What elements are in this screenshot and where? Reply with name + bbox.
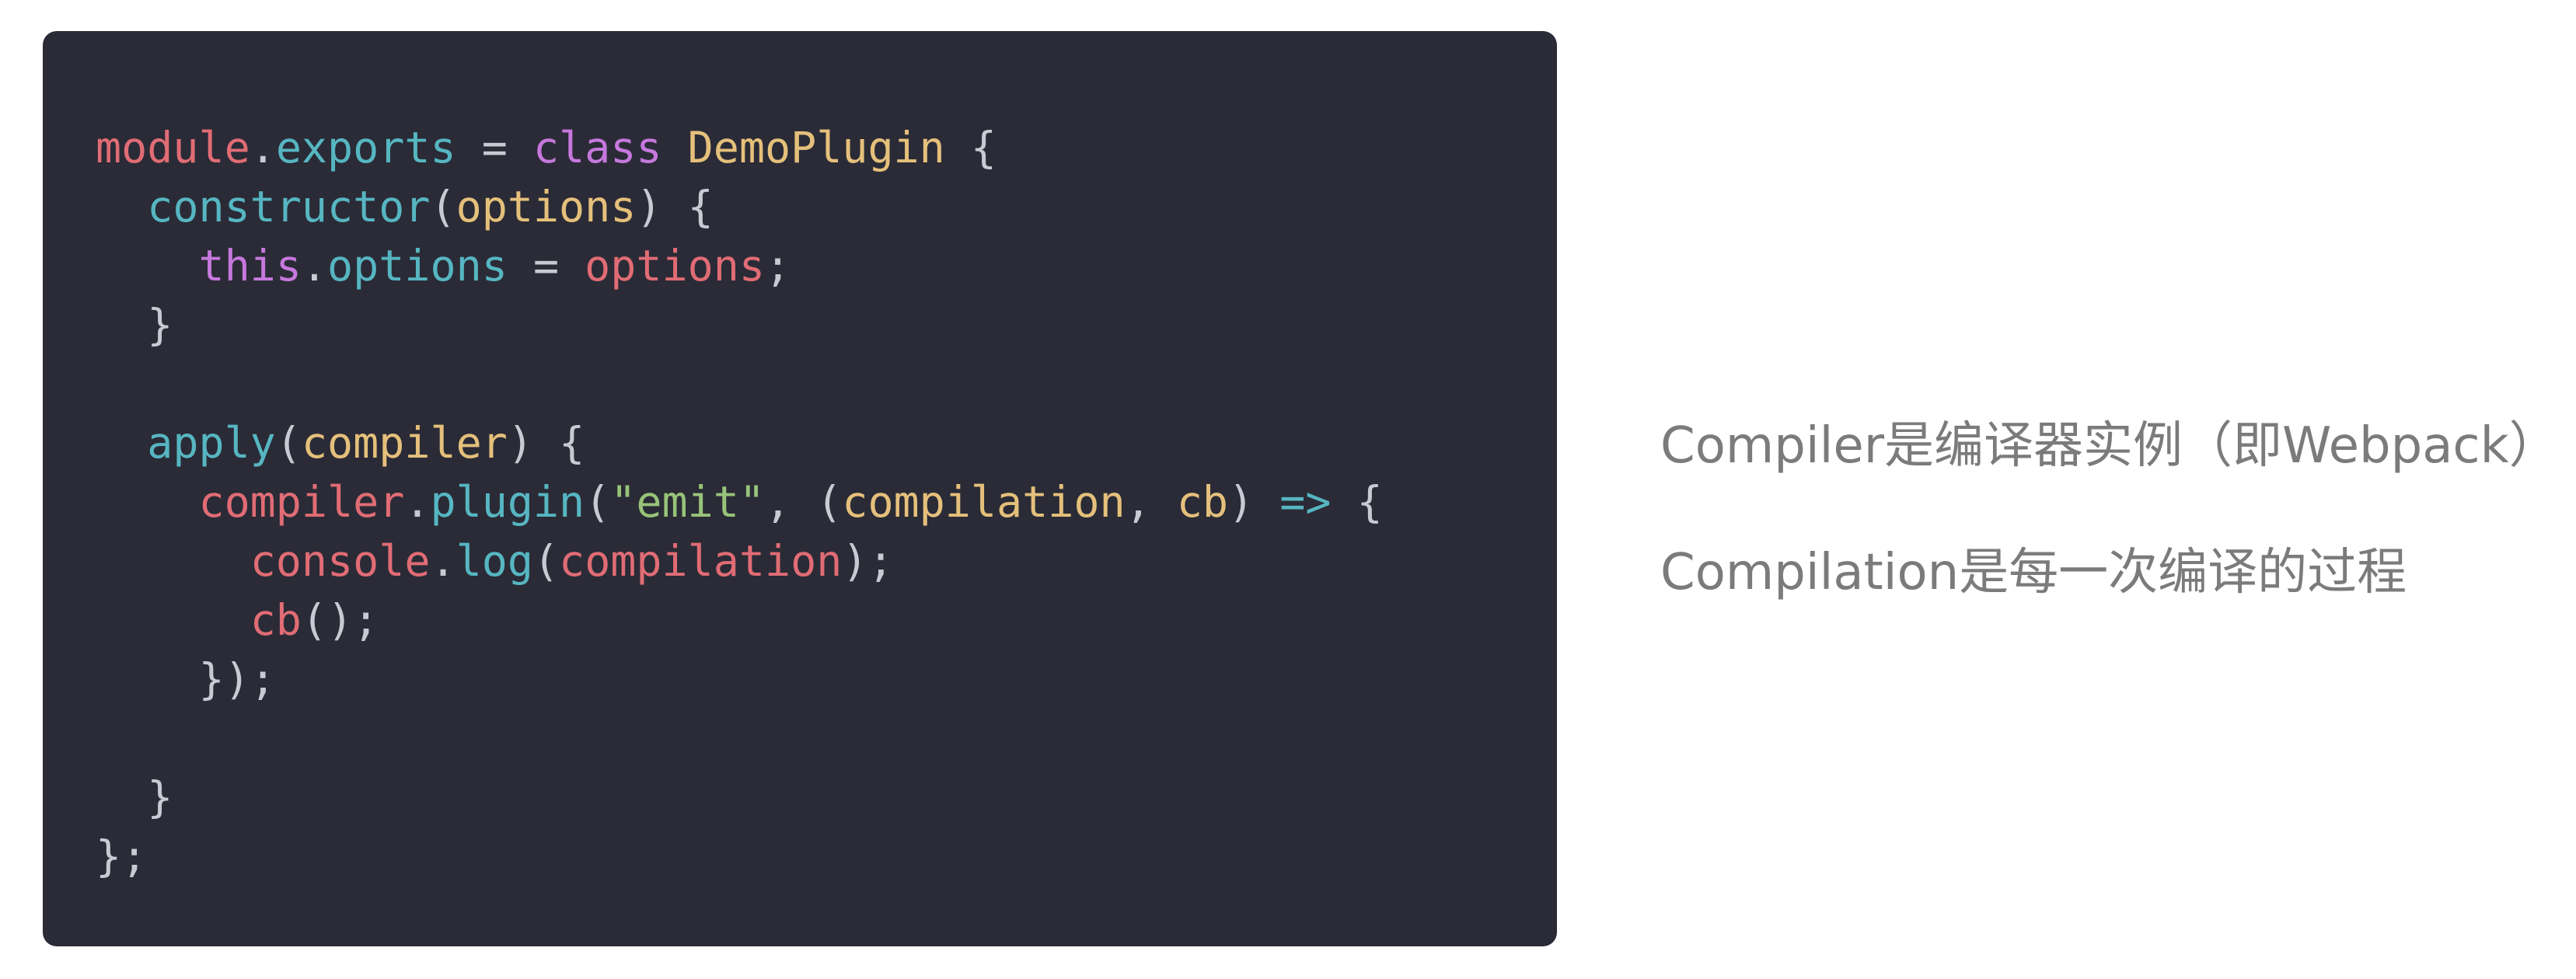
code-token: . — [250, 123, 276, 172]
code-token: } — [96, 772, 173, 822]
code-token: constructor — [147, 182, 431, 232]
code-line: console.log(compilation); — [96, 531, 1383, 591]
code-line: } — [96, 295, 1383, 354]
code-token: apply — [147, 418, 276, 468]
code-line: }); — [96, 650, 1383, 709]
code-token: cb — [1176, 477, 1229, 527]
code-line: }; — [96, 827, 1383, 886]
code-token: ); — [842, 536, 894, 586]
code-token: }); — [96, 654, 276, 704]
code-token: console — [250, 536, 431, 586]
code-token: DemoPlugin — [687, 123, 945, 172]
code-token: . — [404, 477, 431, 527]
code-token: log — [456, 536, 533, 586]
code-token: ( — [585, 477, 611, 527]
code-token: ( — [430, 182, 456, 232]
code-token: ) — [1228, 477, 1280, 527]
code-token: options — [585, 241, 765, 291]
code-token: ) { — [507, 418, 585, 468]
code-line: this.options = options; — [96, 236, 1383, 295]
code-token: exports — [275, 123, 456, 172]
code-token: ( — [275, 418, 302, 468]
code-line: constructor(options) { — [96, 177, 1383, 236]
code-token: options — [327, 241, 508, 291]
caption-compilation: Compilation是每一次编译的过程 — [1660, 544, 2407, 601]
code-token: . — [301, 241, 328, 291]
code-panel: module.exports = class DemoPlugin { cons… — [43, 31, 1557, 946]
code-token: ( — [532, 536, 560, 586]
code-line: cb(); — [96, 591, 1383, 650]
caption-compiler: Compiler是编译器实例（即Webpack） — [1660, 417, 2559, 475]
code-token: = — [456, 123, 533, 172]
code-token: "emit" — [610, 477, 765, 527]
code-token: { — [1331, 477, 1383, 527]
code-token: cb — [250, 595, 302, 645]
code-token: , — [1125, 477, 1177, 527]
code-token: ) { — [636, 182, 714, 232]
code-token: this — [198, 241, 302, 291]
code-token: module — [96, 123, 250, 172]
code-line: compiler.plugin("emit", (compilation, cb… — [96, 472, 1383, 531]
code-token: = — [507, 241, 585, 291]
code-token: => — [1279, 477, 1332, 527]
code-token: compiler — [198, 477, 405, 527]
code-line: module.exports = class DemoPlugin { — [96, 118, 1383, 177]
code-line: apply(compiler) { — [96, 413, 1383, 472]
code-token: plugin — [430, 477, 585, 527]
code-line: } — [96, 768, 1383, 827]
code-token: compilation — [842, 477, 1126, 527]
code-token: { — [944, 123, 997, 172]
code-token: (); — [301, 595, 379, 645]
code-block: module.exports = class DemoPlugin { cons… — [96, 118, 1383, 886]
code-token: options — [456, 182, 637, 232]
code-token: , ( — [764, 477, 843, 527]
code-token: . — [430, 536, 456, 586]
code-token: class — [532, 123, 662, 172]
code-token: compiler — [301, 418, 508, 468]
code-token: }; — [96, 831, 148, 881]
code-token: } — [96, 300, 173, 350]
code-token: ; — [764, 241, 791, 291]
code-token: compilation — [559, 536, 843, 586]
